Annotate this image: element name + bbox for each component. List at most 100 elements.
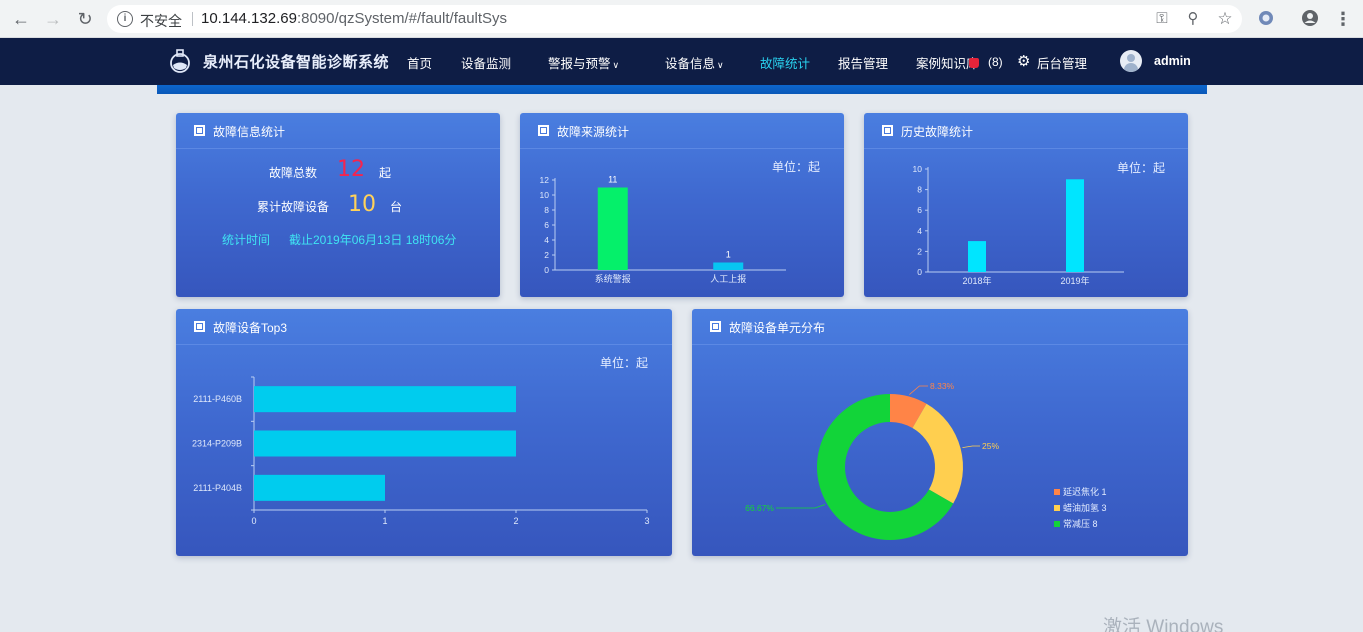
star-icon[interactable]: ☆: [1215, 9, 1235, 29]
y-tick-label: 12: [540, 175, 550, 185]
legend-label: 常减压 8: [1063, 518, 1098, 529]
label-leader-line: [776, 504, 826, 509]
y-tick-label: 0: [544, 265, 549, 275]
y-tick-label: 10: [913, 164, 923, 174]
x-tick-label: 0: [251, 516, 256, 526]
back-arrow-icon[interactable]: ←: [9, 7, 33, 31]
unit-dist-card: 故障设备单元分布 8.33% 25% 66.67% 延迟焦化 1 蜡油加氢 3 常减压 8: [692, 309, 1188, 556]
notification-count[interactable]: (8): [988, 55, 1003, 69]
square-icon: [194, 125, 205, 136]
fault-source-bar-chart: 0 2 4 6 8 10 12 11 系统警报 1 人工上报: [540, 175, 786, 284]
equip-unit: 台: [390, 200, 403, 214]
y-tick-label: 4: [917, 226, 922, 236]
chevron-down-icon: ∨: [612, 60, 620, 70]
reload-icon[interactable]: ↻: [73, 7, 97, 31]
header-accent-strip: [157, 85, 1207, 94]
x-tick-label: 3: [644, 516, 649, 526]
nav-label: 设备监测: [461, 57, 512, 71]
fault-history-bar-chart: 0 2 4 6 8 10 2018年 2019年: [913, 164, 1124, 286]
legend-swatch: [1054, 505, 1060, 511]
bar: [1066, 179, 1084, 272]
x-tick-label: 系统警报: [595, 273, 631, 284]
url-path: :8090/qzSystem/#/fault/faultSys: [296, 10, 508, 27]
y-tick-label: 0: [917, 267, 922, 277]
forward-arrow-icon[interactable]: →: [41, 7, 65, 31]
nav-label: 警报与预警: [548, 57, 611, 71]
bar-value-label: 11: [608, 175, 617, 185]
legend-label: 蜡油加氢 3: [1063, 502, 1107, 513]
y-tick-label: 4: [544, 235, 549, 245]
total-value: 12: [337, 157, 365, 182]
time-label: 统计时间: [222, 233, 271, 247]
nav-monitoring[interactable]: 设备监测: [461, 53, 511, 72]
menu-kebab-icon[interactable]: ⋮: [1333, 9, 1353, 29]
url-text: 10.144.132.69:8090/qzSystem/#/fault/faul…: [201, 10, 507, 27]
nav-label: 故障统计: [760, 57, 811, 71]
chevron-down-icon: ∨: [717, 60, 724, 70]
nav-alarms[interactable]: 警报与预警 ∨: [548, 53, 619, 72]
slice-percent-label: 8.33%: [930, 381, 955, 391]
info-icon[interactable]: i: [117, 11, 133, 27]
y-tick-label: 2: [917, 246, 922, 256]
fault-source-card: 故障来源统计 单位：起 0 2 4 6 8 10 12 11 系统警报 1 人工上报: [520, 113, 844, 297]
unit-dist-donut-chart: 8.33% 25% 66.67% 延迟焦化 1 蜡油加氢 3 常减压 8: [745, 381, 1107, 540]
top3-bar-chart: 0 1 2 3 2111-P404B 2314-P209B 2111-P460B: [192, 376, 650, 526]
bar: [597, 187, 628, 270]
y-tick-label: 2314-P209B: [192, 439, 242, 449]
y-tick-label: 8: [544, 205, 549, 215]
address-bar[interactable]: i 不安全 10.144.132.69:8090/qzSystem/#/faul…: [107, 5, 1242, 33]
y-tick-label: 10: [540, 190, 550, 200]
insecure-label: 不安全: [140, 13, 182, 29]
app-title: 泉州石化设备智能诊断系统: [203, 54, 390, 71]
nav-reports[interactable]: 报告管理: [838, 53, 888, 72]
nav-equipment-info[interactable]: 设备信息 ∨: [665, 53, 724, 72]
avatar[interactable]: [1120, 50, 1142, 72]
y-tick-label: 8: [917, 185, 922, 195]
x-tick-label: 2018年: [962, 275, 991, 286]
top3-card: 故障设备Top3 单位：起 0 1 2 3 2111-P404B 2314-P209B 21…: [176, 309, 672, 556]
label-leader-line: [962, 445, 980, 448]
divider: [192, 12, 193, 26]
equip-label: 累计故障设备: [257, 200, 330, 214]
total-unit: 起: [379, 166, 392, 180]
legend-swatch: [1054, 521, 1060, 527]
legend-label: 延迟焦化 1: [1063, 486, 1107, 497]
bar: [968, 241, 986, 272]
label-leader-line: [909, 385, 928, 395]
bar: [254, 386, 516, 413]
donut-slice: [912, 403, 963, 504]
nav-label: 设备信息: [665, 57, 716, 71]
slice-percent-label: 66.67%: [745, 503, 774, 513]
nav-label: 首页: [407, 57, 433, 71]
equip-value: 10: [348, 192, 376, 217]
x-tick-label: 人工上报: [710, 273, 746, 284]
profile-icon[interactable]: [1300, 9, 1320, 29]
bell-icon[interactable]: [969, 58, 979, 68]
bar-value-label: 1: [726, 250, 731, 260]
fault-history-card: 历史故障统计 单位：起 0 2 4 6 8 10 2018年 2019年: [864, 113, 1188, 297]
bar: [254, 430, 516, 457]
x-tick-label: 2019年: [1060, 275, 1089, 286]
y-tick-label: 2111-P460B: [193, 394, 242, 404]
y-tick-label: 6: [544, 220, 549, 230]
y-tick-label: 2: [544, 250, 549, 260]
x-tick-label: 2: [513, 516, 518, 526]
bar: [713, 262, 744, 270]
gear-icon[interactable]: ⚙: [1017, 52, 1030, 70]
username[interactable]: admin: [1154, 54, 1191, 68]
legend-swatch: [1054, 489, 1060, 495]
extension-icon[interactable]: [1256, 9, 1276, 29]
y-tick-label: 2111-P404B: [193, 483, 242, 493]
logo-icon: [167, 48, 193, 74]
nav-admin[interactable]: 后台管理: [1037, 53, 1087, 72]
card-header: 故障信息统计: [176, 113, 500, 149]
zoom-icon[interactable]: ⚲: [1183, 9, 1203, 29]
card-title: 故障信息统计: [213, 125, 286, 139]
key-icon[interactable]: ⚿: [1152, 9, 1172, 29]
fault-info-card: 故障信息统计 故障总数 12 起 累计故障设备 10 台 统计时间 截止2019…: [176, 113, 500, 297]
url-host: 10.144.132.69: [201, 10, 297, 27]
slice-percent-label: 25%: [982, 441, 999, 451]
nav-fault-stats[interactable]: 故障统计: [760, 53, 810, 72]
x-tick-label: 1: [382, 516, 387, 526]
nav-home[interactable]: 首页: [407, 53, 432, 72]
